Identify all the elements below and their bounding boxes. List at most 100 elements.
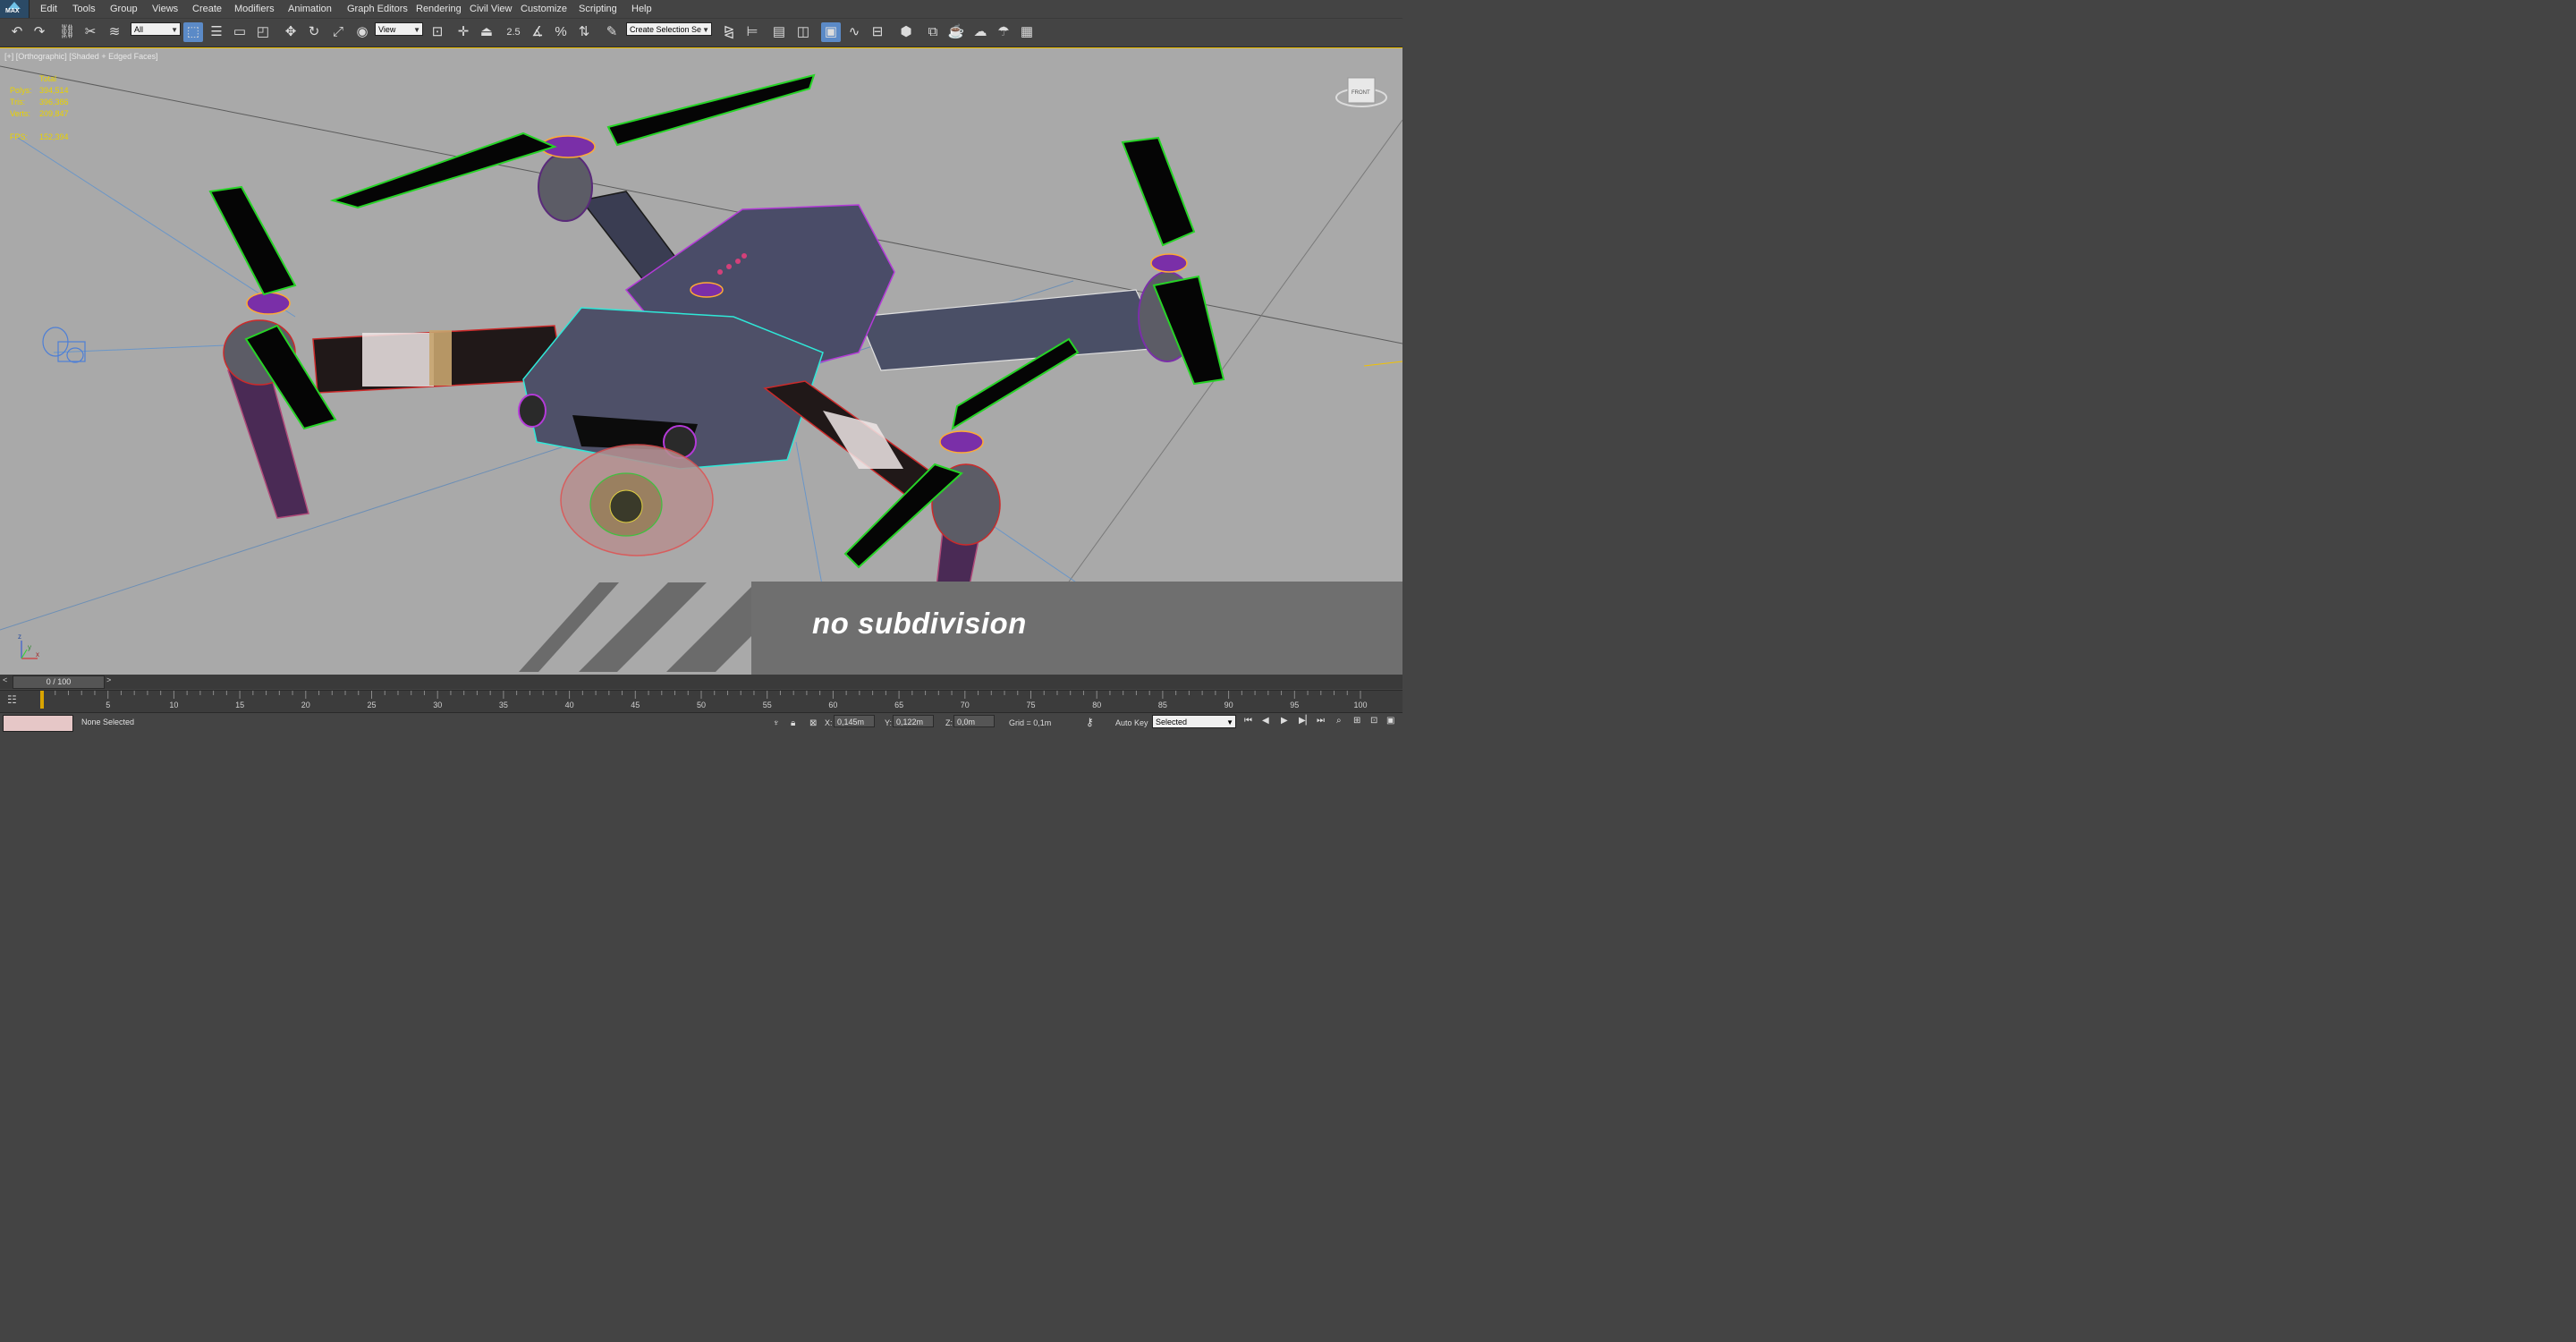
selection-filter-select[interactable]: All ▼ — [131, 22, 181, 36]
time-prev-arrow[interactable]: < — [3, 675, 7, 684]
z-coord-field[interactable]: 0,0m — [953, 715, 995, 727]
axis-tripod: z y x — [18, 633, 39, 659]
maximize-viewport-icon[interactable]: ▣ — [1386, 716, 1394, 726]
lock-icon[interactable]: 🔒︎ — [791, 718, 795, 728]
track-tick-label: 35 — [499, 701, 508, 709]
angle-snap-icon[interactable]: ∡ — [528, 22, 547, 42]
track-tick-label: 95 — [1290, 701, 1299, 709]
stats-fps-label: FPS: — [10, 132, 29, 141]
menu-edit[interactable]: Edit — [40, 4, 57, 14]
ref-coord-system-select[interactable]: View ▼ — [375, 22, 423, 36]
pivot-center-icon[interactable]: ⊡ — [428, 22, 447, 42]
link-icon[interactable]: ⛓ — [57, 22, 77, 42]
app-logo-button[interactable]: MAX — [0, 0, 30, 18]
viewport-label-menu[interactable]: [+] [Orthographic] [Shaded + Edged Faces… — [4, 52, 158, 61]
menu-views[interactable]: Views — [152, 4, 178, 14]
viewcube[interactable]: FRONT — [1335, 77, 1387, 107]
a360-gallery-icon[interactable]: ▦ — [1017, 22, 1037, 42]
key-mode-value: Selected — [1156, 718, 1188, 726]
next-frame-icon[interactable]: ▶▏ — [1299, 716, 1312, 726]
time-slider-label: 0 / 100 — [46, 677, 72, 686]
mirror-icon[interactable]: ⧎ — [719, 22, 739, 42]
select-and-rotate-icon[interactable]: ↻ — [304, 22, 324, 42]
menu-create[interactable]: Create — [192, 4, 222, 14]
bind-space-warp-icon[interactable]: ≋ — [105, 22, 124, 42]
menu-animation[interactable]: Animation — [288, 4, 332, 14]
chevron-down-icon: ▼ — [413, 26, 420, 34]
maxscript-listener-swatch[interactable] — [3, 715, 73, 732]
track-tick-label: 80 — [1092, 701, 1101, 709]
track-tick-label: 75 — [1026, 701, 1035, 709]
zoom-extents-icon[interactable]: ⊡ — [1370, 716, 1377, 726]
x-coord-field[interactable]: 0,145m — [834, 715, 875, 727]
menu-civil-view[interactable]: Civil View — [470, 4, 512, 14]
zoom-all-icon[interactable]: ⊞ — [1353, 716, 1360, 726]
track-tick-label: 90 — [1224, 701, 1233, 709]
menu-group[interactable]: Group — [110, 4, 138, 14]
time-slider[interactable]: 0 / 100 — [13, 675, 105, 689]
undo-icon[interactable]: ↶ — [7, 22, 27, 42]
select-object-icon[interactable]: ⬚ — [183, 22, 203, 42]
go-to-start-icon[interactable]: ⏮ — [1244, 716, 1252, 726]
track-tick-label: 60 — [828, 701, 837, 709]
perspective-viewport[interactable]: FRONT z y x [+] [Orthographic] [Shaded +… — [0, 47, 1402, 675]
material-editor-icon[interactable]: ⬢ — [896, 22, 916, 42]
menu-modifiers[interactable]: Modifiers — [234, 4, 275, 14]
select-and-place-icon[interactable]: ◉ — [352, 22, 372, 42]
edit-named-selection-icon[interactable]: ✎ — [602, 22, 622, 42]
spinner-snap-icon[interactable]: ⇅ — [574, 22, 594, 42]
rect-selection-region-icon[interactable]: ▭ — [230, 22, 250, 42]
track-tick-label: 10 — [169, 701, 178, 709]
track-tick-label: 65 — [894, 701, 903, 709]
go-to-end-icon[interactable]: ⏭ — [1317, 716, 1325, 726]
play-icon[interactable]: ▶ — [1281, 716, 1288, 726]
selection-status: None Selected — [81, 718, 135, 726]
snaps-toggle-icon[interactable]: 2.5 — [504, 22, 523, 42]
render-production-icon[interactable]: ☁ — [970, 22, 990, 42]
select-and-scale-icon[interactable]: ⤢ — [328, 22, 348, 42]
viewport-scene: FRONT z y x — [0, 65, 1402, 675]
menu-rendering[interactable]: Rendering — [416, 4, 462, 14]
time-next-arrow[interactable]: > — [106, 675, 111, 684]
window-crossing-icon[interactable]: ◰ — [253, 22, 273, 42]
curve-editor-icon[interactable]: ∿ — [844, 22, 864, 42]
key-mode-select[interactable]: Selected ▼ — [1152, 715, 1236, 728]
menu-customize[interactable]: Customize — [521, 4, 567, 14]
keyboard-shortcut-override-icon[interactable]: ⏏ — [477, 22, 496, 42]
track-tick-label: 5 — [106, 701, 110, 709]
schematic-view-icon[interactable]: ⊟ — [868, 22, 887, 42]
y-coord-field[interactable]: 0,122m — [893, 715, 934, 727]
render-in-cloud-icon[interactable]: ☂ — [994, 22, 1013, 42]
track-bar[interactable]: ☷ 5 10 15 20 25 30 35 40 45 50 55 60 65 70 75 80 85 90 95 1… — [0, 690, 1402, 712]
track-tick-label: 40 — [565, 701, 574, 709]
render-setup-icon[interactable]: ⧉ — [923, 22, 943, 42]
menu-scripting[interactable]: Scripting — [579, 4, 617, 14]
select-manipulate-icon[interactable]: ✛ — [453, 22, 473, 42]
z-coord-label: Z: — [945, 718, 953, 727]
isolate-icon[interactable]: ♆ — [773, 718, 780, 728]
rendered-frame-window-icon[interactable]: ☕ — [946, 22, 966, 42]
track-tick-label: 45 — [631, 701, 640, 709]
auto-key-button[interactable]: Auto Key — [1115, 718, 1148, 727]
track-tick-label: 100 — [1353, 701, 1367, 709]
zoom-icon[interactable]: ⌕ — [1336, 716, 1342, 726]
layer-explorer-icon[interactable]: ◫ — [793, 22, 813, 42]
percent-snap-icon[interactable]: % — [551, 22, 571, 42]
align-icon[interactable]: ⊨ — [742, 22, 762, 42]
select-by-name-icon[interactable]: ☰ — [207, 22, 226, 42]
menu-help[interactable]: Help — [631, 4, 652, 14]
menu-graph-editors[interactable]: Graph Editors — [347, 4, 408, 14]
select-and-move-icon[interactable]: ✥ — [281, 22, 301, 42]
toggle-ribbon-icon[interactable]: ▣ — [821, 22, 841, 42]
track-tick-label: 30 — [433, 701, 442, 709]
unlink-icon[interactable]: ✂ — [80, 22, 100, 42]
menu-tools[interactable]: Tools — [72, 4, 96, 14]
track-tick-label: 15 — [235, 701, 244, 709]
scene-explorer-icon[interactable]: ▤ — [769, 22, 789, 42]
absolute-mode-icon[interactable]: ⊠ — [809, 718, 817, 728]
set-key-icon[interactable]: ⚷ — [1086, 716, 1094, 728]
named-selection-set-select[interactable]: Create Selection Se ▼ — [626, 22, 712, 36]
track-tick-label: 20 — [301, 701, 310, 709]
previous-frame-icon[interactable]: ◀ — [1262, 716, 1269, 726]
redo-icon[interactable]: ↷ — [30, 22, 49, 42]
